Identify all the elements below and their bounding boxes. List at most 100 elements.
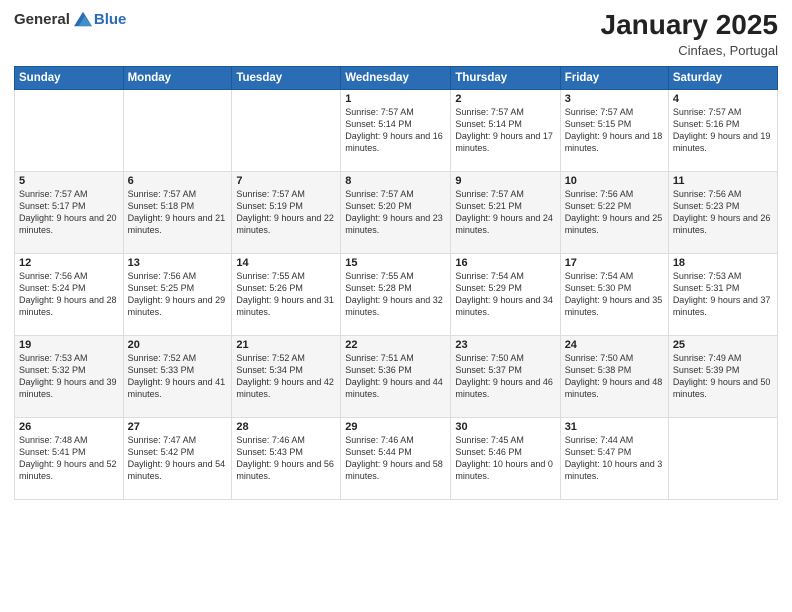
day-info: Sunrise: 7:52 AMSunset: 5:33 PMDaylight:… — [128, 352, 228, 401]
day-number: 19 — [19, 339, 119, 351]
day-info: Sunrise: 7:57 AMSunset: 5:19 PMDaylight:… — [236, 188, 336, 237]
day-number: 21 — [236, 339, 336, 351]
logo-icon — [74, 10, 92, 28]
calendar-day-2: 2Sunrise: 7:57 AMSunset: 5:14 PMDaylight… — [451, 89, 560, 171]
day-info: Sunrise: 7:57 AMSunset: 5:20 PMDaylight:… — [345, 188, 446, 237]
day-info: Sunrise: 7:57 AMSunset: 5:14 PMDaylight:… — [455, 106, 555, 155]
weekday-header-wednesday: Wednesday — [341, 66, 451, 89]
day-number: 3 — [565, 93, 664, 105]
weekday-header-thursday: Thursday — [451, 66, 560, 89]
calendar-week-row: 12Sunrise: 7:56 AMSunset: 5:24 PMDayligh… — [15, 253, 778, 335]
calendar-day-24: 24Sunrise: 7:50 AMSunset: 5:38 PMDayligh… — [560, 335, 668, 417]
calendar-day-30: 30Sunrise: 7:45 AMSunset: 5:46 PMDayligh… — [451, 417, 560, 499]
calendar-day-8: 8Sunrise: 7:57 AMSunset: 5:20 PMDaylight… — [341, 171, 451, 253]
day-number: 14 — [236, 257, 336, 269]
day-number: 7 — [236, 175, 336, 187]
month-title: January 2025 — [601, 10, 778, 41]
calendar-day-28: 28Sunrise: 7:46 AMSunset: 5:43 PMDayligh… — [232, 417, 341, 499]
calendar-day-22: 22Sunrise: 7:51 AMSunset: 5:36 PMDayligh… — [341, 335, 451, 417]
day-number: 23 — [455, 339, 555, 351]
weekday-header-sunday: Sunday — [15, 66, 124, 89]
calendar-week-row: 19Sunrise: 7:53 AMSunset: 5:32 PMDayligh… — [15, 335, 778, 417]
logo-text-general: General — [14, 11, 70, 28]
day-number: 31 — [565, 421, 664, 433]
calendar-day-15: 15Sunrise: 7:55 AMSunset: 5:28 PMDayligh… — [341, 253, 451, 335]
day-info: Sunrise: 7:44 AMSunset: 5:47 PMDaylight:… — [565, 434, 664, 483]
calendar-day-11: 11Sunrise: 7:56 AMSunset: 5:23 PMDayligh… — [668, 171, 777, 253]
day-number: 10 — [565, 175, 664, 187]
day-number: 29 — [345, 421, 446, 433]
calendar-empty-cell — [123, 89, 232, 171]
day-number: 20 — [128, 339, 228, 351]
day-info: Sunrise: 7:51 AMSunset: 5:36 PMDaylight:… — [345, 352, 446, 401]
day-number: 26 — [19, 421, 119, 433]
title-block: January 2025 Cinfaes, Portugal — [601, 10, 778, 58]
weekday-header-friday: Friday — [560, 66, 668, 89]
day-number: 12 — [19, 257, 119, 269]
day-info: Sunrise: 7:56 AMSunset: 5:22 PMDaylight:… — [565, 188, 664, 237]
logo: General Blue — [14, 10, 126, 28]
calendar-empty-cell — [668, 417, 777, 499]
calendar-day-26: 26Sunrise: 7:48 AMSunset: 5:41 PMDayligh… — [15, 417, 124, 499]
calendar-day-10: 10Sunrise: 7:56 AMSunset: 5:22 PMDayligh… — [560, 171, 668, 253]
day-info: Sunrise: 7:56 AMSunset: 5:23 PMDaylight:… — [673, 188, 773, 237]
calendar-day-29: 29Sunrise: 7:46 AMSunset: 5:44 PMDayligh… — [341, 417, 451, 499]
day-info: Sunrise: 7:56 AMSunset: 5:24 PMDaylight:… — [19, 270, 119, 319]
day-number: 28 — [236, 421, 336, 433]
calendar-day-23: 23Sunrise: 7:50 AMSunset: 5:37 PMDayligh… — [451, 335, 560, 417]
day-number: 18 — [673, 257, 773, 269]
day-info: Sunrise: 7:57 AMSunset: 5:15 PMDaylight:… — [565, 106, 664, 155]
day-number: 16 — [455, 257, 555, 269]
day-info: Sunrise: 7:53 AMSunset: 5:32 PMDaylight:… — [19, 352, 119, 401]
day-number: 5 — [19, 175, 119, 187]
calendar-day-3: 3Sunrise: 7:57 AMSunset: 5:15 PMDaylight… — [560, 89, 668, 171]
day-number: 22 — [345, 339, 446, 351]
calendar-day-17: 17Sunrise: 7:54 AMSunset: 5:30 PMDayligh… — [560, 253, 668, 335]
day-info: Sunrise: 7:52 AMSunset: 5:34 PMDaylight:… — [236, 352, 336, 401]
weekday-header-saturday: Saturday — [668, 66, 777, 89]
day-info: Sunrise: 7:47 AMSunset: 5:42 PMDaylight:… — [128, 434, 228, 483]
location-title: Cinfaes, Portugal — [601, 43, 778, 58]
day-info: Sunrise: 7:57 AMSunset: 5:16 PMDaylight:… — [673, 106, 773, 155]
calendar-day-25: 25Sunrise: 7:49 AMSunset: 5:39 PMDayligh… — [668, 335, 777, 417]
day-info: Sunrise: 7:50 AMSunset: 5:37 PMDaylight:… — [455, 352, 555, 401]
day-number: 6 — [128, 175, 228, 187]
day-info: Sunrise: 7:53 AMSunset: 5:31 PMDaylight:… — [673, 270, 773, 319]
day-number: 24 — [565, 339, 664, 351]
calendar-table: SundayMondayTuesdayWednesdayThursdayFrid… — [14, 66, 778, 500]
day-number: 15 — [345, 257, 446, 269]
day-info: Sunrise: 7:45 AMSunset: 5:46 PMDaylight:… — [455, 434, 555, 483]
day-number: 11 — [673, 175, 773, 187]
calendar-day-9: 9Sunrise: 7:57 AMSunset: 5:21 PMDaylight… — [451, 171, 560, 253]
calendar-day-27: 27Sunrise: 7:47 AMSunset: 5:42 PMDayligh… — [123, 417, 232, 499]
weekday-header-tuesday: Tuesday — [232, 66, 341, 89]
day-number: 4 — [673, 93, 773, 105]
calendar-day-13: 13Sunrise: 7:56 AMSunset: 5:25 PMDayligh… — [123, 253, 232, 335]
calendar-day-5: 5Sunrise: 7:57 AMSunset: 5:17 PMDaylight… — [15, 171, 124, 253]
day-info: Sunrise: 7:49 AMSunset: 5:39 PMDaylight:… — [673, 352, 773, 401]
day-info: Sunrise: 7:57 AMSunset: 5:17 PMDaylight:… — [19, 188, 119, 237]
calendar-day-4: 4Sunrise: 7:57 AMSunset: 5:16 PMDaylight… — [668, 89, 777, 171]
day-info: Sunrise: 7:50 AMSunset: 5:38 PMDaylight:… — [565, 352, 664, 401]
calendar-week-row: 5Sunrise: 7:57 AMSunset: 5:17 PMDaylight… — [15, 171, 778, 253]
calendar-page: General Blue January 2025 Cinfaes, Portu… — [0, 0, 792, 612]
day-number: 9 — [455, 175, 555, 187]
calendar-day-18: 18Sunrise: 7:53 AMSunset: 5:31 PMDayligh… — [668, 253, 777, 335]
day-info: Sunrise: 7:48 AMSunset: 5:41 PMDaylight:… — [19, 434, 119, 483]
calendar-day-21: 21Sunrise: 7:52 AMSunset: 5:34 PMDayligh… — [232, 335, 341, 417]
day-info: Sunrise: 7:46 AMSunset: 5:44 PMDaylight:… — [345, 434, 446, 483]
calendar-empty-cell — [232, 89, 341, 171]
calendar-day-20: 20Sunrise: 7:52 AMSunset: 5:33 PMDayligh… — [123, 335, 232, 417]
day-number: 1 — [345, 93, 446, 105]
calendar-day-14: 14Sunrise: 7:55 AMSunset: 5:26 PMDayligh… — [232, 253, 341, 335]
day-number: 2 — [455, 93, 555, 105]
calendar-day-16: 16Sunrise: 7:54 AMSunset: 5:29 PMDayligh… — [451, 253, 560, 335]
calendar-day-12: 12Sunrise: 7:56 AMSunset: 5:24 PMDayligh… — [15, 253, 124, 335]
day-info: Sunrise: 7:55 AMSunset: 5:26 PMDaylight:… — [236, 270, 336, 319]
calendar-week-row: 26Sunrise: 7:48 AMSunset: 5:41 PMDayligh… — [15, 417, 778, 499]
day-info: Sunrise: 7:57 AMSunset: 5:21 PMDaylight:… — [455, 188, 555, 237]
day-info: Sunrise: 7:57 AMSunset: 5:14 PMDaylight:… — [345, 106, 446, 155]
day-info: Sunrise: 7:54 AMSunset: 5:29 PMDaylight:… — [455, 270, 555, 319]
calendar-day-7: 7Sunrise: 7:57 AMSunset: 5:19 PMDaylight… — [232, 171, 341, 253]
calendar-day-31: 31Sunrise: 7:44 AMSunset: 5:47 PMDayligh… — [560, 417, 668, 499]
